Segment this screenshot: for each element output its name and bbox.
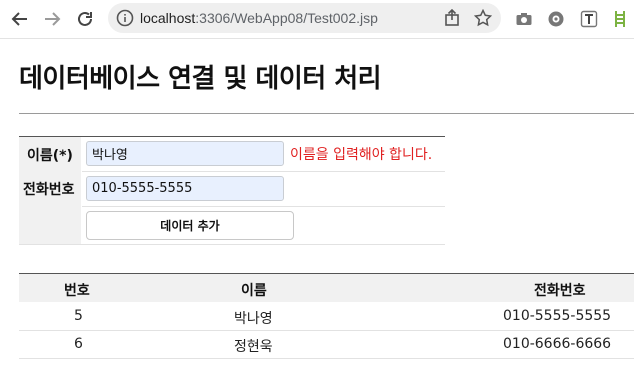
add-data-button[interactable]: 데이터 추가 <box>86 211 294 240</box>
settings-gear-icon[interactable] <box>546 9 566 29</box>
camera-icon[interactable] <box>514 9 534 29</box>
cell-name: 정현욱 <box>234 339 273 355</box>
name-error-message: 이름을 입력해야 합니다. <box>290 147 433 163</box>
header-number: 번호 <box>64 283 90 299</box>
form-bottom-border <box>19 244 445 245</box>
name-label: 이름(*) <box>27 148 73 164</box>
extension-ladder-icon[interactable] <box>610 9 630 29</box>
url-text[interactable]: localhost:3306/WebApp08/Test002.jsp <box>140 10 378 26</box>
url-path: :3306/WebApp08/Test002.jsp <box>195 10 378 26</box>
reload-icon[interactable] <box>75 9 95 29</box>
cell-name: 박나영 <box>234 311 273 327</box>
site-info-icon[interactable] <box>115 8 135 28</box>
url-host: localhost <box>140 10 196 26</box>
share-icon[interactable] <box>442 8 462 28</box>
table-header-row: 번호 이름 전화번호 <box>19 273 634 302</box>
cell-number: 5 <box>74 308 83 324</box>
cell-phone: 010-5555-5555 <box>503 308 612 324</box>
page-title: 데이터베이스 연결 및 데이터 처리 <box>19 64 382 94</box>
forward-arrow-icon[interactable] <box>42 9 62 29</box>
table-row: 5 박나영 010-5555-5555 <box>19 302 634 331</box>
browser-toolbar: localhost:3306/WebApp08/Test002.jsp <box>0 0 634 39</box>
title-divider <box>19 113 634 114</box>
cell-phone: 010-6666-6666 <box>503 336 612 352</box>
cell-number: 6 <box>74 336 83 352</box>
header-name: 이름 <box>241 283 267 299</box>
table-row: 6 정현욱 010-6666-6666 <box>19 330 634 359</box>
form-row-divider <box>82 206 445 207</box>
address-bar[interactable]: localhost:3306/WebApp08/Test002.jsp <box>108 3 501 33</box>
form-top-border <box>19 136 445 137</box>
back-arrow-icon[interactable] <box>10 9 30 29</box>
phone-input[interactable] <box>86 176 284 201</box>
bookmark-star-icon[interactable] <box>473 8 493 28</box>
form-row-divider <box>82 171 445 172</box>
name-input[interactable] <box>86 141 284 166</box>
member-form: 이름(*) 이름을 입력해야 합니다. 전화번호 데이터 추가 <box>19 136 445 245</box>
text-extension-icon[interactable] <box>579 9 599 29</box>
header-phone: 전화번호 <box>534 283 586 299</box>
phone-label: 전화번호 <box>23 182 75 198</box>
